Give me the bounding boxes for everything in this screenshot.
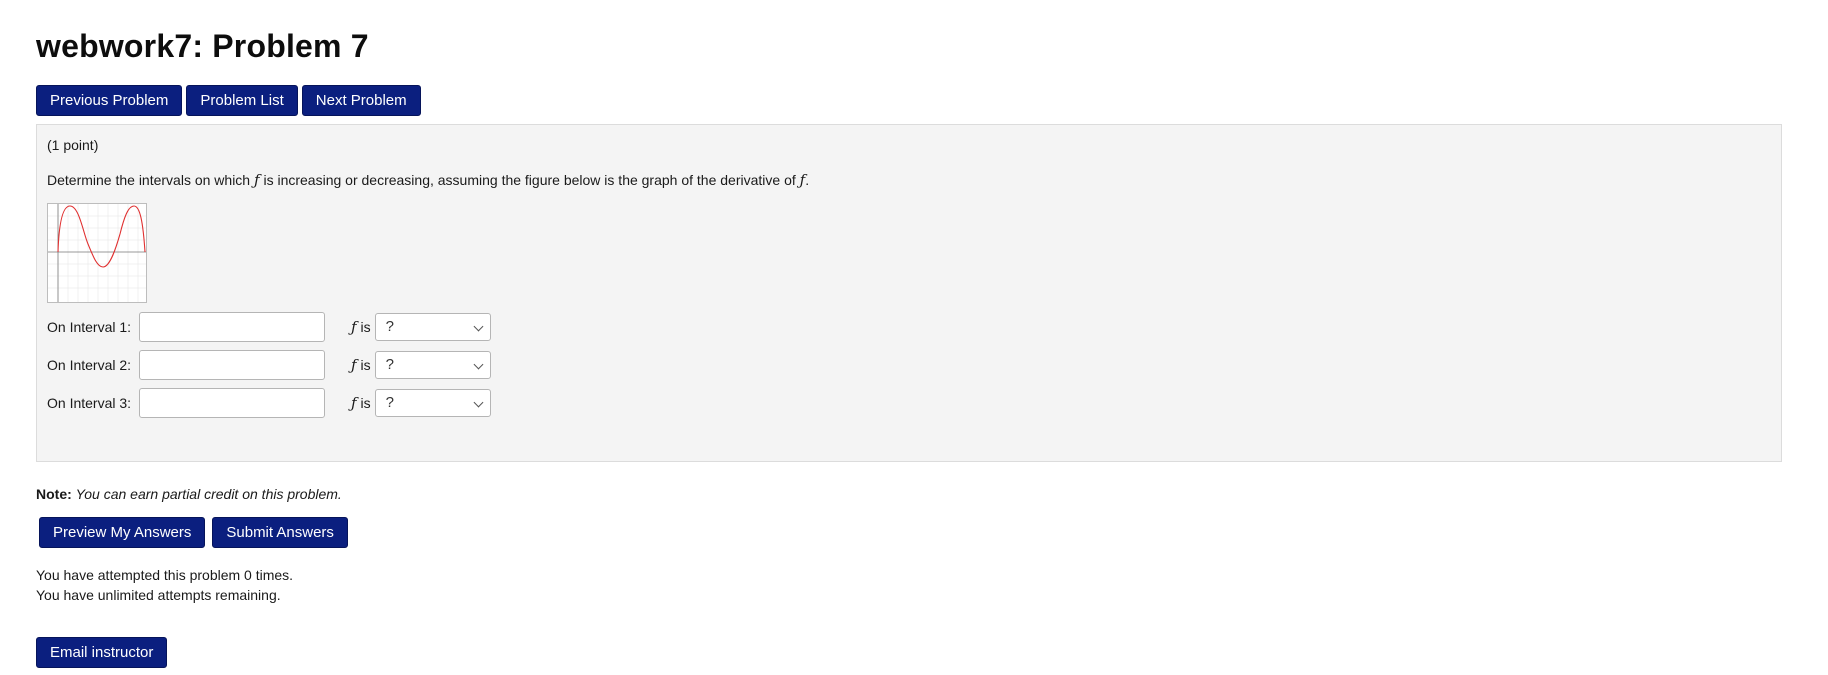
interval-1-input[interactable] [139, 312, 325, 342]
problem-points: (1 point) [47, 137, 99, 153]
f-is-label: ƒ is [351, 356, 371, 374]
chevron-down-icon [473, 397, 484, 408]
interval-row-2: On Interval 2: ƒ is ? [47, 350, 491, 380]
interval-2-select[interactable]: ? [374, 351, 491, 379]
email-section: Email instructor [36, 637, 168, 668]
chevron-down-icon [473, 321, 484, 332]
derivative-graph-thumbnail[interactable] [47, 203, 147, 303]
submit-answers-button[interactable]: Submit Answers [212, 517, 348, 548]
attempts-remaining: You have unlimited attempts remaining. [36, 587, 281, 603]
note-label: Note: [36, 486, 72, 502]
f-is-label: ƒ is [351, 394, 371, 412]
note-text: You can earn partial credit on this prob… [75, 486, 342, 502]
question-text-start: Determine the intervals on which [47, 172, 254, 188]
interval-3-select[interactable]: ? [374, 389, 491, 417]
interval-1-select[interactable]: ? [374, 313, 491, 341]
partial-credit-note: Note: You can earn partial credit on thi… [36, 486, 342, 502]
preview-answers-button[interactable]: Preview My Answers [39, 517, 206, 548]
problem-panel: (1 point) Determine the intervals on whi… [36, 124, 1782, 462]
f-is-label: ƒ is [351, 318, 371, 336]
question-text-end: . [805, 172, 810, 188]
next-problem-button[interactable]: Next Problem [301, 85, 421, 116]
page-title: webwork7: Problem 7 [36, 28, 369, 64]
previous-problem-button[interactable]: Previous Problem [36, 85, 183, 116]
interval-label: On Interval 2: [47, 357, 132, 373]
problem-question: Determine the intervals on which ƒ is in… [47, 171, 809, 189]
derivative-curve [57, 205, 146, 268]
question-text-middle: is increasing or decreasing, assuming th… [259, 172, 800, 188]
interval-row-1: On Interval 1: ƒ is ? [47, 312, 491, 342]
graph-icon [48, 204, 146, 302]
attempts-info: You have attempted this problem 0 times.… [36, 565, 293, 605]
attempts-count: You have attempted this problem 0 times. [36, 567, 294, 583]
page: webwork7: Problem 7 Previous Problem Pro… [0, 0, 1828, 668]
answer-actions: Preview My Answers Submit Answers [39, 517, 348, 548]
problem-list-button[interactable]: Problem List [186, 85, 298, 116]
problem-nav: Previous Problem Problem List Next Probl… [36, 85, 421, 116]
email-instructor-button[interactable]: Email instructor [36, 637, 168, 668]
chevron-down-icon [473, 359, 484, 370]
interval-label: On Interval 3: [47, 395, 132, 411]
interval-label: On Interval 1: [47, 319, 132, 335]
interval-2-input[interactable] [139, 350, 325, 380]
interval-row-3: On Interval 3: ƒ is ? [47, 388, 491, 418]
interval-3-input[interactable] [139, 388, 325, 418]
